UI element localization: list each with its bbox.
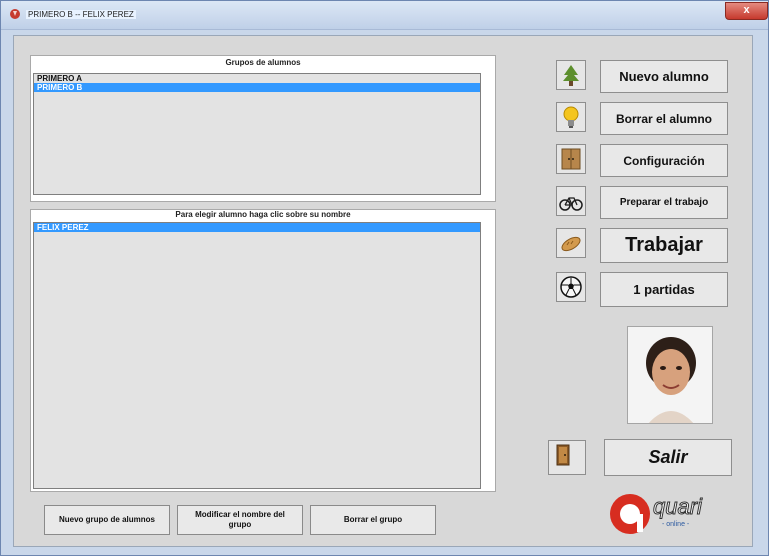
close-button[interactable]: x bbox=[725, 2, 768, 20]
students-panel: Para elegir alumno haga clic sobre su no… bbox=[30, 209, 496, 492]
light-bulb-icon bbox=[556, 102, 586, 132]
cabinet-door-icon bbox=[556, 144, 586, 174]
new-group-button[interactable]: Nuevo grupo de alumnos bbox=[44, 505, 170, 535]
delete-student-button[interactable]: Borrar el alumno bbox=[600, 102, 728, 135]
title-bar: PRIMERO B -- FELIX PEREZ x bbox=[1, 1, 768, 30]
settings-button[interactable]: Configuración bbox=[600, 144, 728, 177]
exit-door-icon bbox=[548, 440, 586, 475]
logo-subtext: - online - bbox=[662, 521, 690, 528]
students-panel-title: Para elegir alumno haga clic sobre su no… bbox=[175, 210, 351, 219]
main-content: Grupos de alumnos PRIMERO A PRIMERO B Pa… bbox=[13, 35, 753, 547]
work-button[interactable]: Trabajar bbox=[600, 228, 728, 263]
prepare-work-button[interactable]: Preparar el trabajo bbox=[600, 186, 728, 219]
students-list[interactable]: FELIX PEREZ bbox=[33, 222, 481, 489]
window-title: PRIMERO B -- FELIX PEREZ bbox=[26, 10, 136, 19]
soccer-ball-icon bbox=[556, 272, 586, 302]
games-count-button[interactable]: 1 partidas bbox=[600, 272, 728, 307]
app-icon bbox=[10, 9, 20, 19]
group-list-item[interactable]: PRIMERO A bbox=[34, 74, 480, 83]
bread-icon bbox=[556, 228, 586, 258]
bicycle-icon bbox=[556, 186, 586, 216]
student-list-item-selected[interactable]: FELIX PEREZ bbox=[34, 223, 480, 232]
groups-panel-title: Grupos de alumnos bbox=[225, 58, 301, 67]
aquari-logo: quari - online - bbox=[610, 484, 730, 540]
group-list-item-selected[interactable]: PRIMERO B bbox=[34, 83, 480, 92]
groups-list[interactable]: PRIMERO A PRIMERO B bbox=[33, 73, 481, 195]
logo-text: quari bbox=[653, 494, 703, 519]
groups-panel: Grupos de alumnos PRIMERO A PRIMERO B bbox=[30, 55, 496, 202]
rename-group-button[interactable]: Modificar el nombre del grupo bbox=[177, 505, 303, 535]
delete-group-button[interactable]: Borrar el grupo bbox=[310, 505, 436, 535]
close-icon: x bbox=[743, 4, 750, 16]
app-window: PRIMERO B -- FELIX PEREZ x Grupos de alu… bbox=[0, 0, 769, 556]
new-student-button[interactable]: Nuevo alumno bbox=[600, 60, 728, 93]
exit-button[interactable]: Salir bbox=[604, 439, 732, 476]
student-photo bbox=[627, 326, 713, 424]
tree-icon bbox=[556, 60, 586, 90]
